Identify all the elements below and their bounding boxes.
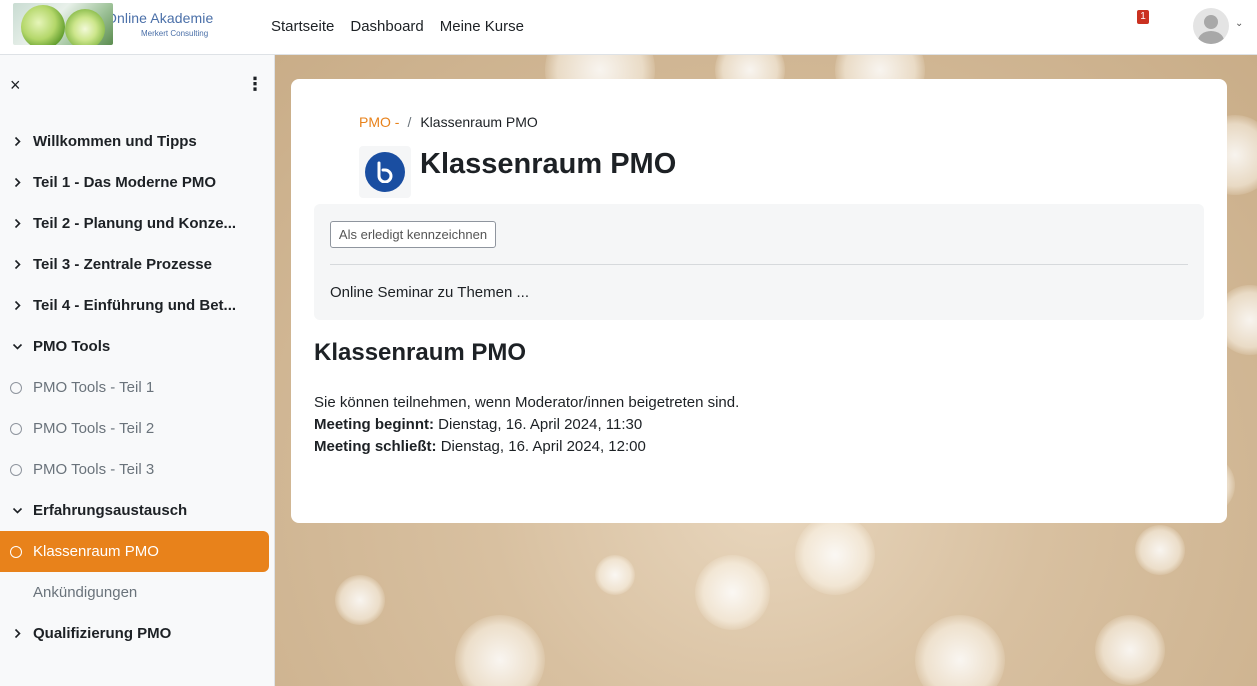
meeting-end-label: Meeting schließt: — [314, 438, 437, 455]
logo-subtitle: Merkert Consulting — [141, 29, 209, 38]
meeting-start-row: Meeting beginnt: Dienstag, 16. April 202… — [314, 416, 642, 433]
nav-dashboard[interactable]: Dashboard — [342, 18, 431, 35]
completion-circle-icon — [0, 463, 33, 476]
mark-as-done-button[interactable]: Als erledigt kennzeichnen — [330, 221, 496, 248]
sidebar-item-4[interactable]: Teil 4 - Einführung und Bet... — [0, 285, 275, 326]
meeting-start-value: Dienstag, 16. April 2024, 11:30 — [438, 416, 643, 433]
more-options-icon[interactable]: ⋮ — [246, 75, 264, 93]
sidebar-item-label: Klassenraum PMO — [33, 543, 159, 560]
completion-circle-icon — [0, 545, 33, 558]
sidebar-item-2[interactable]: Teil 2 - Planung und Konze... — [0, 203, 275, 244]
sidebar-item-7[interactable]: PMO Tools - Teil 2 — [0, 408, 275, 449]
sidebar-item-9[interactable]: Erfahrungsaustausch — [0, 490, 275, 531]
breadcrumb-current: Klassenraum PMO — [420, 114, 538, 130]
sidebar-item-5[interactable]: PMO Tools — [0, 326, 275, 367]
chevron-right-icon[interactable] — [0, 136, 33, 147]
sidebar-item-10[interactable]: Klassenraum PMO — [0, 531, 269, 572]
sidebar-item-label: Qualifizierung PMO — [33, 625, 172, 642]
breadcrumb: PMO - / Klassenraum PMO — [359, 114, 538, 130]
sidebar-item-label: Teil 2 - Planung und Konze... — [33, 215, 237, 232]
top-navbar: Online Akademie Merkert Consulting Start… — [0, 0, 1257, 55]
breadcrumb-separator: / — [407, 114, 412, 130]
sidebar-item-8[interactable]: PMO Tools - Teil 3 — [0, 449, 275, 490]
chevron-right-icon[interactable] — [0, 177, 33, 188]
sidebar-item-label: Erfahrungsaustausch — [33, 502, 188, 519]
meeting-end-row: Meeting schließt: Dienstag, 16. April 20… — [314, 438, 646, 455]
course-index-drawer: × ⋮ Willkommen und Tipps Teil 1 - Das Mod… — [0, 55, 275, 686]
chevron-right-icon[interactable] — [0, 300, 33, 311]
divider — [330, 264, 1188, 265]
sidebar-item-6[interactable]: PMO Tools - Teil 1 — [0, 367, 275, 408]
sidebar-item-label: PMO Tools - Teil 1 — [33, 379, 155, 396]
completion-circle-icon — [0, 381, 33, 394]
chevron-right-icon[interactable] — [0, 259, 33, 270]
sidebar-item-1[interactable]: Teil 1 - Das Moderne PMO — [0, 162, 275, 203]
sidebar-item-label: Teil 1 - Das Moderne PMO — [33, 174, 217, 191]
meeting-start-label: Meeting beginnt: — [314, 416, 434, 433]
close-drawer-icon[interactable]: × — [10, 75, 21, 96]
sidebar-item-label: Teil 4 - Einführung und Bet... — [33, 297, 237, 314]
activity-description: Online Seminar zu Themen ... — [330, 284, 529, 301]
primary-navigation: Startseite Dashboard Meine Kurse — [263, 0, 532, 52]
sidebar-item-label: PMO Tools - Teil 3 — [33, 461, 155, 478]
chevron-right-icon[interactable] — [0, 628, 33, 639]
completion-circle-icon — [0, 422, 33, 435]
nav-startseite[interactable]: Startseite — [263, 18, 342, 35]
user-avatar[interactable] — [1193, 8, 1229, 44]
sidebar-item-label: Teil 3 - Zentrale Prozesse — [33, 256, 212, 273]
chevron-down-icon[interactable] — [0, 341, 33, 352]
nav-meine-kurse[interactable]: Meine Kurse — [432, 18, 532, 35]
bigbluebutton-icon — [359, 146, 411, 198]
sidebar-item-0[interactable]: Willkommen und Tipps — [0, 121, 275, 162]
join-info-text: Sie können teilnehmen, wenn Moderator/in… — [314, 394, 740, 411]
chevron-down-icon[interactable] — [0, 505, 33, 516]
sidebar-item-11[interactable]: Ankündigungen — [0, 572, 275, 613]
sidebar-item-label: Willkommen und Tipps — [33, 133, 197, 150]
section-heading: Klassenraum PMO — [314, 339, 527, 366]
site-logo[interactable]: Online Akademie Merkert Consulting — [13, 3, 223, 45]
meeting-end-value: Dienstag, 16. April 2024, 12:00 — [440, 438, 646, 455]
notification-badge[interactable]: 1 — [1137, 10, 1149, 24]
page-title: Klassenraum PMO — [420, 148, 677, 180]
user-menu-chevron-down-icon[interactable]: ⌄ — [1235, 18, 1243, 29]
sidebar-item-3[interactable]: Teil 3 - Zentrale Prozesse — [0, 244, 275, 285]
sidebar-item-label: PMO Tools - Teil 2 — [33, 420, 155, 437]
sidebar-item-12[interactable]: Qualifizierung PMO — [0, 613, 275, 654]
sidebar-item-label: PMO Tools — [33, 338, 111, 355]
chevron-right-icon[interactable] — [0, 218, 33, 229]
breadcrumb-parent-link[interactable]: PMO - — [359, 114, 399, 130]
logo-title: Online Akademie — [106, 10, 214, 26]
sidebar-item-label: Ankündigungen — [33, 584, 138, 601]
logo-image — [13, 3, 113, 45]
